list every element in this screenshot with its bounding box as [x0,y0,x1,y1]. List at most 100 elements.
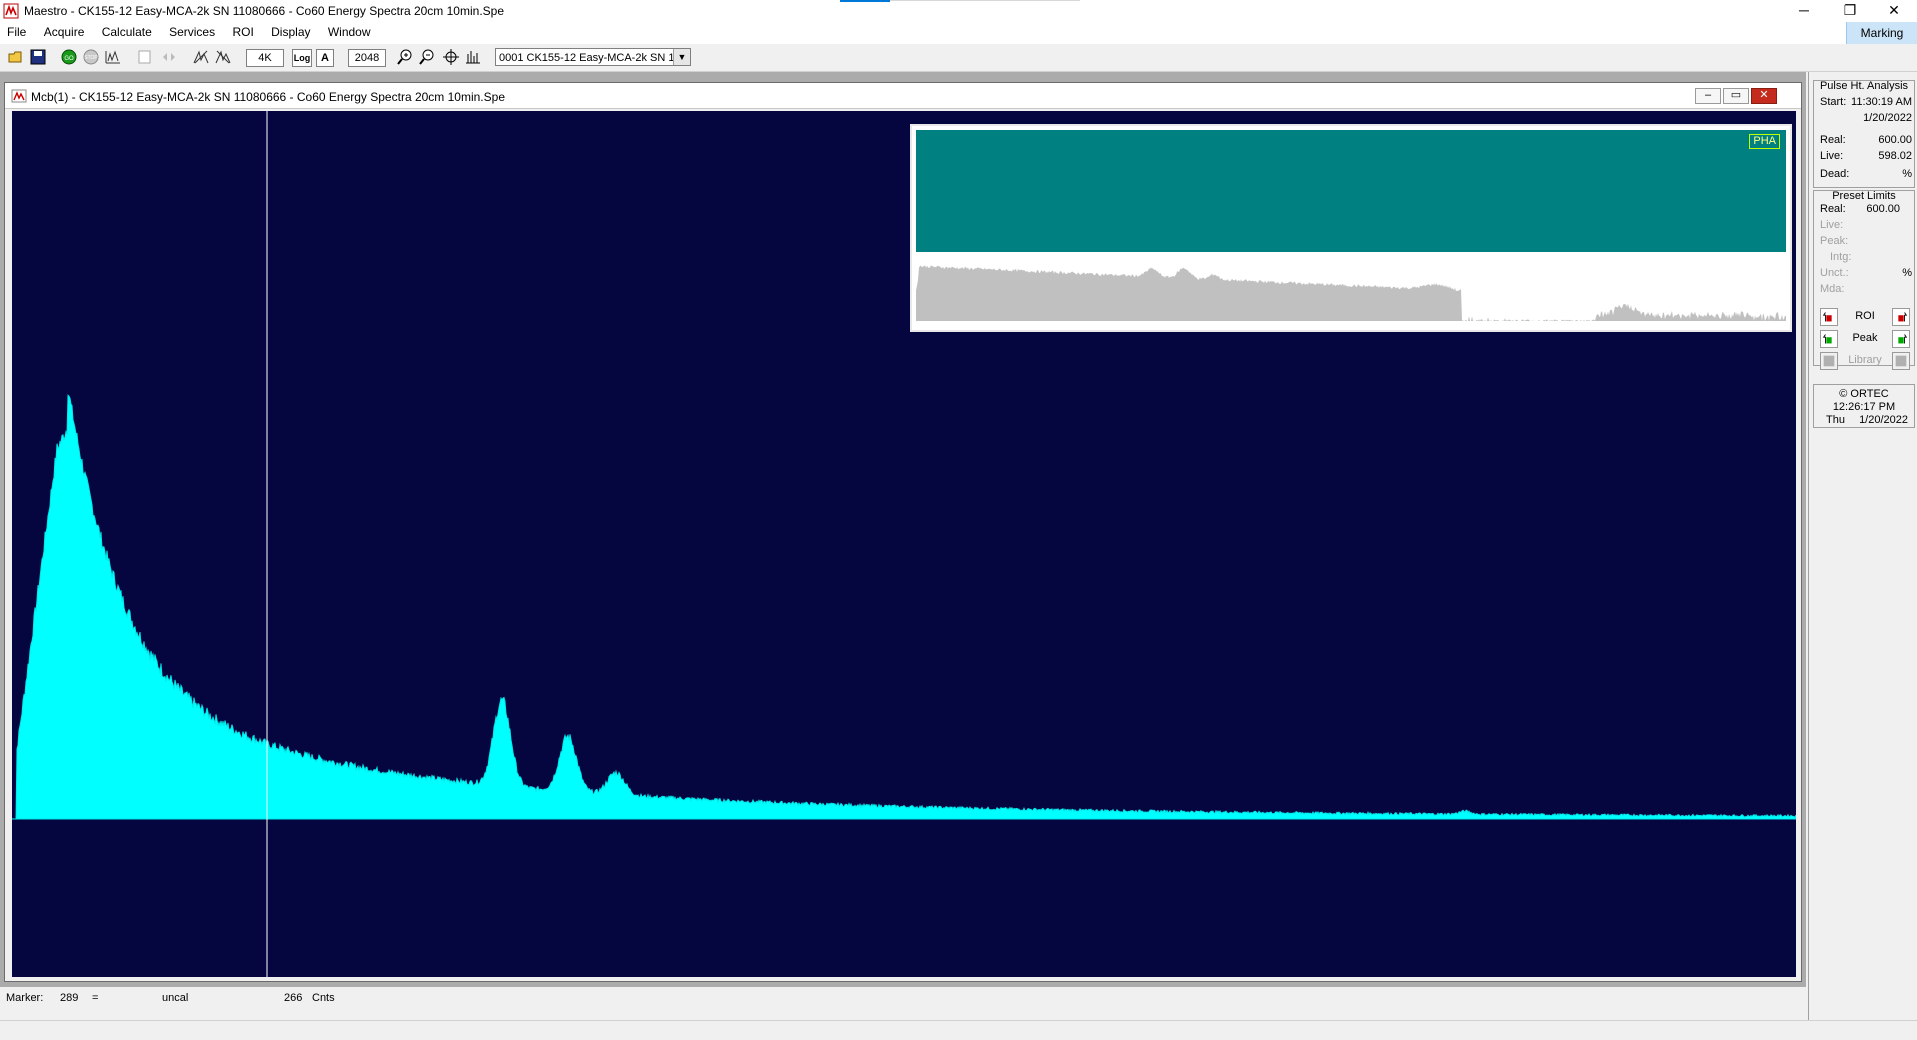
marker-energy: uncal [162,992,189,1004]
detector-select[interactable]: 0001 CK155-12 Easy-MCA-2k SN 11 ▼ [495,48,691,66]
marker-label: Marker: [6,992,44,1004]
zoom-in-icon[interactable] [396,48,414,66]
menu-roi[interactable]: ROI [225,22,260,39]
compare-icon[interactable] [160,48,178,66]
spectrum-trace [12,394,1796,820]
horizontal-scale-field[interactable]: 2048 [348,49,386,67]
marker-channel: 289 [60,992,79,1004]
window-title: Maestro - CK155-12 Easy-MCA-2k SN 110806… [24,4,505,18]
marker-counts-unit: Cnts [312,992,335,1004]
preset-intg-label: Intg: [1830,251,1852,263]
clock-day: Thu [1826,414,1845,426]
full-spectrum-overview[interactable]: PHA [910,124,1792,332]
stop-acquire-icon[interactable]: STOP [82,48,100,66]
overview-window-region[interactable]: PHA [916,130,1786,252]
mdi-minimize-button[interactable]: – [1695,88,1721,104]
real-label: Real: [1820,134,1846,146]
preset-live-label: Live: [1820,219,1844,231]
marker-counts: 266 [284,992,303,1004]
overview-trace [916,265,1786,321]
real-value: 600.00 [1878,134,1912,146]
mdi-close-button[interactable]: ✕ [1751,88,1777,104]
maestro-app-icon [3,3,19,19]
start-date: 1/20/2022 [1863,112,1912,124]
spectrum-plot[interactable]: PHA [12,111,1796,977]
dead-label: Dead: [1820,168,1850,180]
dead-unit: % [1902,168,1912,180]
zoom-out-icon[interactable] [418,48,436,66]
menu-acquire[interactable]: Acquire [37,22,92,39]
open-folder-icon[interactable] [7,48,25,66]
preset-peak-label: Peak: [1820,235,1849,247]
preset-unct-label: Unct.: [1820,267,1849,279]
spectrum-window: Mcb(1) - CK155-12 Easy-MCA-2k SN 1108066… [4,82,1802,982]
peak-nav-label: Peak [1852,332,1878,344]
menu-bar: File Acquire Calculate Services ROI Disp… [0,22,1917,44]
restore-button[interactable]: ❐ [1827,0,1873,22]
clock-group: © ORTEC 12:26:17 PM Thu 1/20/2022 [1813,384,1915,428]
minimize-button[interactable]: ─ [1781,0,1827,22]
title-accent [840,0,890,2]
menu-window[interactable]: Window [321,22,378,39]
preset-limits-group: Preset Limits Real: 600.00 Live: Peak: In… [1813,190,1915,370]
roi-next-icon[interactable] [1892,308,1910,326]
roi-prev-icon[interactable] [1820,308,1838,326]
menu-file[interactable]: File [0,22,33,39]
start-time: 11:30:19 AM [1851,96,1912,108]
peak-next-icon[interactable] [1892,330,1910,348]
live-value: 598.02 [1878,150,1912,162]
save-disk-icon[interactable] [29,48,47,66]
status-bar: Marker: 289 = uncal 266 Cnts [0,988,1806,1008]
baseline-zoom-icon[interactable] [464,48,482,66]
menu-display[interactable]: Display [264,22,317,39]
detector-select-value: 0001 CK155-12 Easy-MCA-2k SN 11 [499,52,680,64]
preset-real-label: Real: [1820,203,1846,215]
preset-group-title: Preset Limits [1832,190,1896,202]
svg-text:GO: GO [64,56,74,62]
live-label: Live: [1820,150,1844,162]
close-button[interactable]: ✕ [1871,0,1917,22]
clear-spectrum-icon[interactable] [104,48,122,66]
preset-real-value: 600.00 [1866,203,1900,215]
vertical-scale-4k[interactable]: 4K [246,49,284,67]
preset-unct-unit: % [1902,267,1912,279]
mcb-window-icon [11,89,27,103]
ortec-brand: © ORTEC [1839,388,1889,400]
mdi-client-area: Mcb(1) - CK155-12 Easy-MCA-2k SN 1108066… [0,72,1806,987]
bottom-strip [0,1020,1917,1040]
spectrum-window-titlebar[interactable]: Mcb(1) - CK155-12 Easy-MCA-2k SN 1108066… [5,83,1801,109]
menu-services[interactable]: Services [162,22,222,39]
pha-group-title: Pulse Ht. Analysis [1819,80,1909,92]
title-accent-line [890,0,1080,1]
pulse-height-analysis-group: Pulse Ht. Analysis Start: 11:30:19 AM 1/2… [1813,80,1915,188]
start-acquire-icon[interactable]: GO [60,48,78,66]
copy-buffer-icon[interactable] [136,48,154,66]
library-next-icon[interactable] [1892,352,1910,370]
marking-button[interactable]: Marking [1846,22,1917,44]
roi-nav-label: ROI [1855,310,1875,322]
library-nav-label: Library [1848,354,1882,366]
clock-time: 12:26:17 PM [1832,401,1896,413]
start-label: Start: [1820,96,1847,108]
overview-graph [916,265,1786,321]
chevron-down-icon[interactable]: ▼ [673,49,690,65]
menu-calculate[interactable]: Calculate [95,22,159,39]
center-icon[interactable] [442,48,460,66]
roi-mark-icon[interactable] [192,48,210,66]
window-titlebar: Maestro - CK155-12 Easy-MCA-2k SN 110806… [0,0,1917,22]
svg-text:STOP: STOP [84,55,98,61]
toolbar: GO STOP 4K Log A 2048 0001 CK155-12 Easy… [0,45,1917,72]
peak-prev-icon[interactable] [1820,330,1838,348]
pha-mode-badge: PHA [1749,134,1780,149]
clock-date: 1/20/2022 [1859,414,1908,426]
log-scale-button[interactable]: Log [292,49,312,67]
roi-clear-icon[interactable] [214,48,232,66]
spectrum-window-title: Mcb(1) - CK155-12 Easy-MCA-2k SN 1108066… [31,90,505,104]
side-panel: Pulse Ht. Analysis Start: 11:30:19 AM 1/2… [1808,72,1917,1020]
marker-equals: = [92,992,99,1004]
auto-scale-button[interactable]: A [316,49,334,67]
preset-mda-label: Mda: [1820,283,1845,295]
mdi-maximize-button[interactable]: ▭ [1723,88,1749,104]
library-prev-icon[interactable] [1820,352,1838,370]
overview-spectrum[interactable] [916,253,1786,325]
